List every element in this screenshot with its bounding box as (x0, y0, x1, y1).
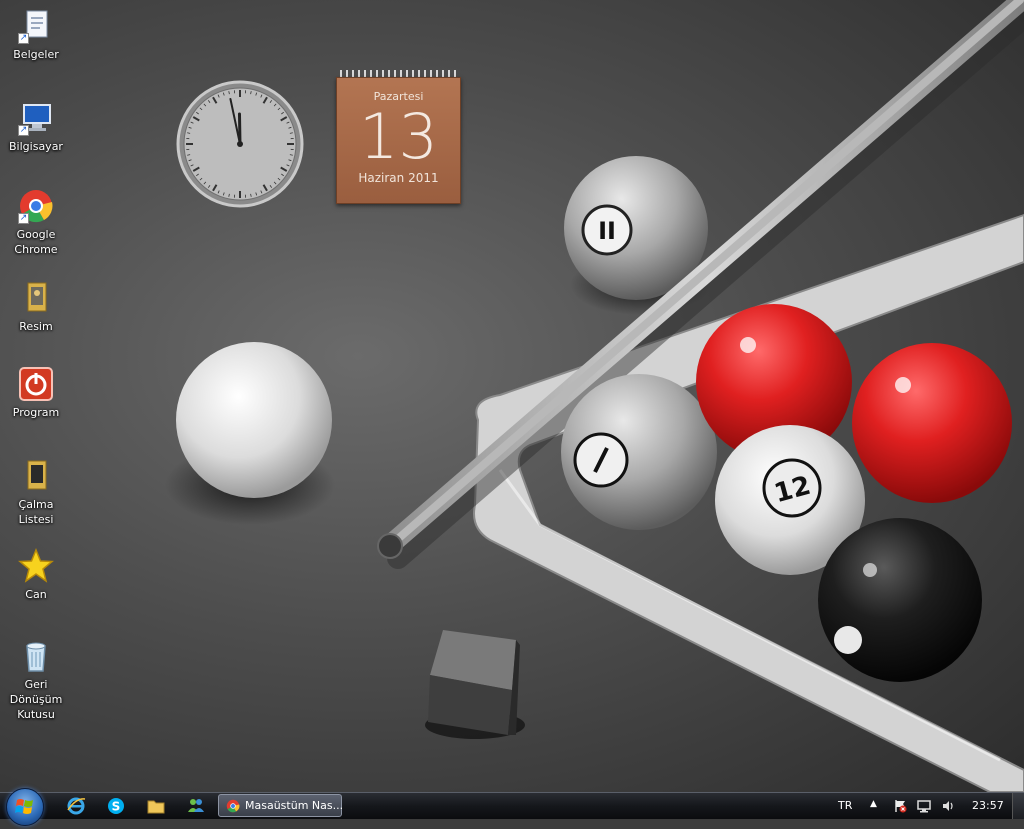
computer-icon: ↗ (18, 100, 54, 136)
desktop-icon-bilgisayar[interactable]: ↗ Bilgisayar (0, 100, 72, 154)
taskbar-pin-internet-explorer[interactable] (64, 796, 88, 816)
desktop-icon-label: Resim (0, 319, 72, 334)
calendar-page: Pazartesi 13 Haziran 2011 (336, 77, 461, 204)
calendar-gadget[interactable]: Pazartesi 13 Haziran 2011 (336, 70, 461, 204)
desktop-icon-calma-listesi[interactable]: Çalma Listesi (0, 458, 72, 527)
desktop-icon-program[interactable]: Program (0, 366, 72, 420)
desktop-icon-google-chrome[interactable]: ↗ Google Chrome (0, 188, 72, 257)
recycle-bin-icon (18, 638, 54, 674)
messenger-icon (186, 796, 206, 816)
desktop-icon-can[interactable]: Can (0, 548, 72, 602)
cue-ball (176, 342, 332, 498)
red-ball-right (852, 343, 1012, 503)
desktop-icon-label: Can (0, 587, 72, 602)
desktop-icon-label: Google Chrome (0, 227, 72, 257)
black-ball (818, 518, 982, 682)
calendar-date: 13 (337, 107, 460, 167)
billiard-ball-1 (561, 374, 717, 530)
svg-text:S: S (112, 800, 121, 814)
star-icon (18, 548, 54, 584)
desktop-icon-geri-donusum-kutusu[interactable]: Geri Dönüşüm Kutusu (0, 638, 72, 722)
folder-icon (146, 796, 166, 816)
desktop-icon-label: Bilgisayar (0, 139, 72, 154)
desktop-icon-belgeler[interactable]: ↗ Belgeler (0, 8, 72, 62)
taskbar-pin-skype[interactable]: S (104, 796, 128, 816)
taskbar-pin-explorer[interactable] (144, 796, 168, 816)
clock-gadget[interactable] (176, 80, 304, 208)
svg-text:II: II (598, 217, 616, 245)
desktop-icon-label: Geri Dönüşüm Kutusu (0, 677, 72, 722)
start-button[interactable] (6, 788, 44, 826)
windows-logo-icon (7, 789, 43, 825)
show-desktop-button[interactable] (1012, 793, 1024, 819)
taskbar-task-chrome[interactable]: Masaüstüm Nas... (218, 794, 342, 817)
taskbar: S Masaüstüm Nas... TR ▲ 23:57 (0, 792, 1024, 819)
action-center-flag-icon[interactable] (893, 799, 907, 813)
tray-clock[interactable]: 23:57 (972, 799, 1004, 812)
tray-expand-arrow-icon[interactable]: ▲ (870, 799, 877, 809)
chalk-cube (425, 630, 525, 739)
picture-folder-icon (18, 280, 54, 316)
calendar-month-year: Haziran 2011 (337, 171, 460, 185)
taskbar-pin-messenger[interactable] (184, 796, 208, 816)
desktop-icon-label: Çalma Listesi (0, 497, 72, 527)
desktop-icon-label: Belgeler (0, 47, 72, 62)
taskbar-task-label: Masaüstüm Nas... (245, 799, 343, 812)
desktop-icon-label: Program (0, 405, 72, 420)
documents-icon: ↗ (18, 8, 54, 44)
chrome-icon (226, 799, 240, 813)
power-icon (18, 366, 54, 402)
playlist-folder-icon (18, 458, 54, 494)
volume-icon[interactable] (941, 799, 955, 813)
internet-explorer-icon (66, 796, 86, 816)
desktop-wallpaper: II 12 (0, 0, 1024, 792)
billiards-wallpaper-image: II 12 (0, 0, 1024, 792)
language-indicator[interactable]: TR (838, 799, 852, 812)
chrome-icon: ↗ (18, 188, 54, 224)
network-icon[interactable] (917, 799, 931, 813)
desktop-icon-resim[interactable]: Resim (0, 280, 72, 334)
skype-icon: S (106, 796, 126, 816)
